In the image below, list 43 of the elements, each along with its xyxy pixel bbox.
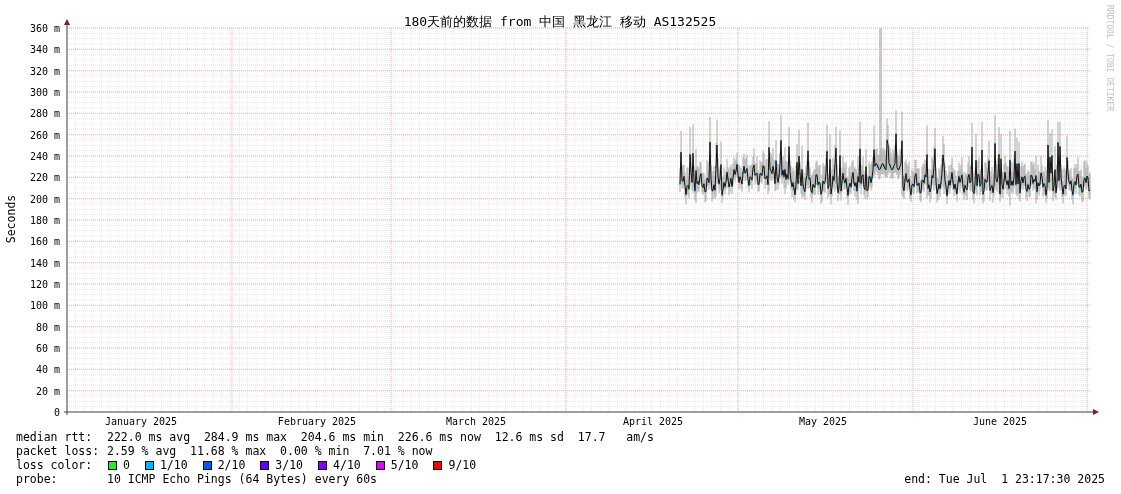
end-time: end: Tue Jul 1 23:17:30 2025 (904, 472, 1105, 486)
y-tick-label: 240 m (29, 151, 60, 162)
x-tick-label: June 2025 (972, 416, 1028, 427)
x-tick-label: January 2025 (104, 416, 178, 427)
chart-title: 180天前的数据 from 中国 黑龙江 移动 AS132525 (403, 14, 717, 29)
y-tick-label: 180 m (29, 215, 60, 226)
y-tick-label: 40 m (35, 364, 60, 376)
legend-value: 222.0 ms avg 284.9 ms max 204.6 ms min 226.6 ms now 12.6 ms sd 17.7 am/s (107, 430, 654, 444)
y-tick-label: 80 m (35, 321, 60, 333)
x-tick-label: April 2025 (622, 416, 684, 427)
y-tick-label: 280 m (29, 108, 60, 120)
side-caption: RRDTOOL / TOBI OETIKER (1105, 5, 1114, 111)
y-tick-label: 160 m (29, 236, 60, 248)
y-tick-label: 140 m (29, 257, 60, 269)
y-tick-label: 20 m (35, 385, 60, 397)
legend-value: 0 (123, 458, 130, 472)
y-tick-label: 120 m (29, 279, 60, 290)
legend-value: 9/10 (448, 458, 477, 472)
y-tick-label: 0 (53, 407, 60, 418)
x-tick-label: February 2025 (277, 416, 357, 427)
legend-value: 3/10 (275, 458, 304, 472)
legend-label: median rtt: (16, 430, 94, 444)
y-tick-label: 220 m (29, 172, 60, 184)
y-tick-label: 100 m (29, 300, 60, 312)
legend-label: packet loss: (16, 444, 101, 458)
y-tick-label: 260 m (29, 129, 60, 141)
legend-value: 5/10 (390, 458, 419, 472)
x-tick-label: March 2025 (445, 416, 507, 427)
y-tick-label: 340 m (29, 44, 60, 56)
y-tick-label: 200 m (29, 193, 60, 205)
y-tick-label: 360 m (29, 23, 60, 34)
legend-value: 10 ICMP Echo Pings (64 Bytes) every 60s (107, 472, 378, 486)
y-tick-label: 300 m (29, 87, 60, 98)
legend-label: probe: (16, 472, 59, 486)
legend-value: 1/10 (159, 458, 188, 472)
legend-value: 4/10 (333, 458, 361, 472)
legend-value: 2/10 (217, 458, 246, 472)
legend-value: 2.59 % avg 11.68 % max 0.00 % min 7.01 % now (107, 444, 433, 458)
y-tick-label: 60 m (35, 343, 60, 354)
y-axis-label: Seconds (4, 194, 18, 244)
x-tick-label: May 2025 (798, 416, 848, 427)
legend-label: loss color: (16, 458, 94, 472)
y-tick-label: 320 m (29, 65, 60, 77)
